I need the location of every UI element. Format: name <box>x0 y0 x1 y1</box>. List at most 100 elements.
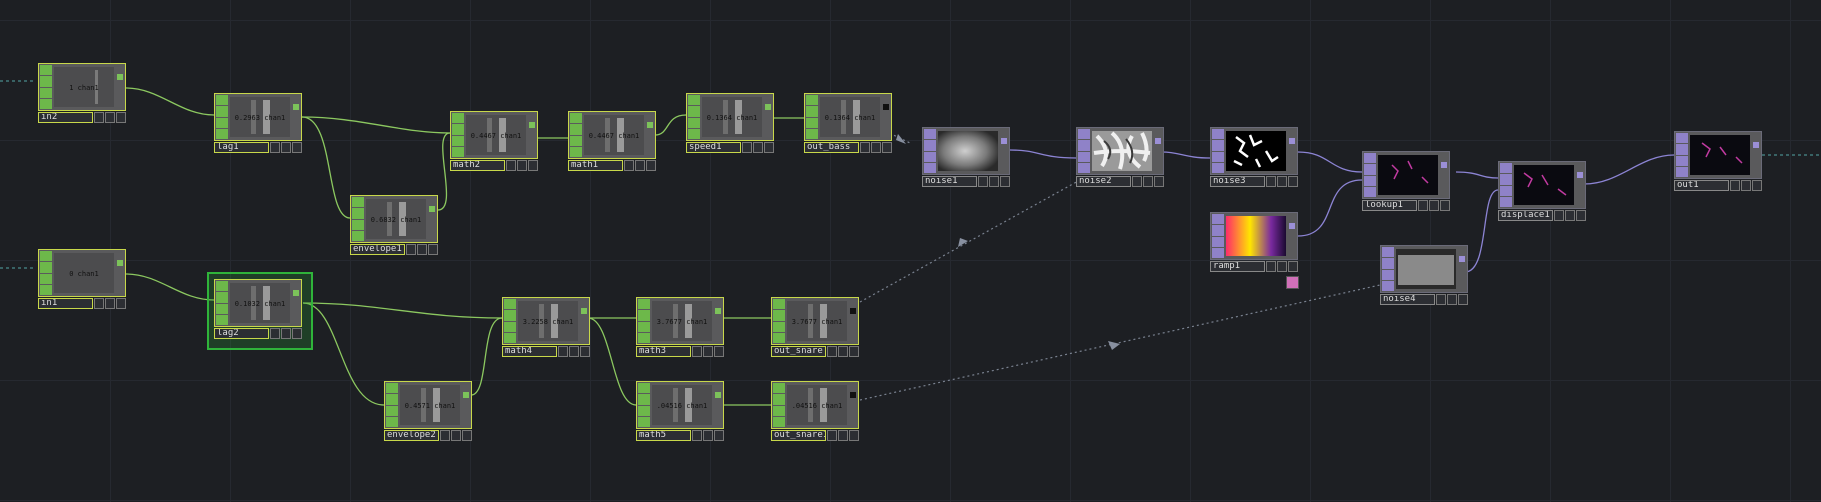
node-label[interactable]: out_bass <box>804 142 859 153</box>
display-flag[interactable] <box>1288 261 1298 272</box>
node-label[interactable]: lag2 <box>214 328 269 339</box>
node-noise3[interactable]: noise3 <box>1210 127 1298 189</box>
node-lag1[interactable]: 0.2963 chan1 lag1 <box>214 93 302 155</box>
node-label[interactable]: out_snare1 <box>771 430 826 441</box>
bypass-flag[interactable] <box>270 142 280 153</box>
display-flag[interactable] <box>292 328 302 339</box>
bypass-flag[interactable] <box>1554 210 1564 221</box>
lock-flag[interactable] <box>753 142 763 153</box>
node-in1[interactable]: 0 chan1 in1 <box>38 249 126 311</box>
lock-flag[interactable] <box>1429 200 1439 211</box>
network-editor-canvas[interactable]: 1 chan1 in2 0.2963 chan1 lag1 0.6832 cha… <box>0 0 1821 502</box>
lock-flag[interactable] <box>1277 261 1287 272</box>
display-flag[interactable] <box>1576 210 1586 221</box>
lock-flag[interactable] <box>871 142 881 153</box>
bypass-flag[interactable] <box>978 176 988 187</box>
display-flag[interactable] <box>849 430 859 441</box>
lock-flag[interactable] <box>1565 210 1575 221</box>
bypass-flag[interactable] <box>860 142 870 153</box>
node-label[interactable]: in1 <box>38 298 93 309</box>
node-out-snare[interactable]: 3.7677 chan1 out_snare <box>771 297 859 359</box>
lock-flag[interactable] <box>1447 294 1457 305</box>
lock-flag[interactable] <box>451 430 461 441</box>
bypass-flag[interactable] <box>506 160 516 171</box>
node-in2[interactable]: 1 chan1 in2 <box>38 63 126 125</box>
node-label[interactable]: in2 <box>38 112 93 123</box>
bypass-flag[interactable] <box>1418 200 1428 211</box>
node-math1[interactable]: 0.4467 chan1 math1 <box>568 111 656 173</box>
node-label[interactable]: lag1 <box>214 142 269 153</box>
lock-flag[interactable] <box>1143 176 1153 187</box>
display-flag[interactable] <box>292 142 302 153</box>
display-flag[interactable] <box>1000 176 1010 187</box>
lock-flag[interactable] <box>838 346 848 357</box>
display-flag[interactable] <box>528 160 538 171</box>
lock-flag[interactable] <box>417 244 427 255</box>
display-flag[interactable] <box>714 430 724 441</box>
node-label[interactable]: math3 <box>636 346 691 357</box>
node-out1[interactable]: out1 <box>1674 131 1762 193</box>
node-lag2[interactable]: 0.1032 chan1 lag2 <box>214 279 302 341</box>
node-envelope1[interactable]: 0.6832 chan1 envelope1 <box>350 195 438 257</box>
display-flag[interactable] <box>1752 180 1762 191</box>
display-flag[interactable] <box>116 298 126 309</box>
bypass-flag[interactable] <box>742 142 752 153</box>
lock-flag[interactable] <box>105 298 115 309</box>
node-math3[interactable]: 3.7677 chan1 math3 <box>636 297 724 359</box>
lock-flag[interactable] <box>105 112 115 123</box>
lock-flag[interactable] <box>838 430 848 441</box>
node-label[interactable]: math1 <box>568 160 623 171</box>
node-label[interactable]: out1 <box>1674 180 1729 191</box>
bypass-flag[interactable] <box>94 298 104 309</box>
node-label[interactable]: displace1 <box>1498 210 1553 221</box>
bypass-flag[interactable] <box>94 112 104 123</box>
node-label[interactable]: noise1 <box>922 176 977 187</box>
bypass-flag[interactable] <box>827 346 837 357</box>
node-speed1[interactable]: 0.1364 chan1 speed1 <box>686 93 774 155</box>
bypass-flag[interactable] <box>1436 294 1446 305</box>
display-flag[interactable] <box>462 430 472 441</box>
node-lookup1[interactable]: lookup1 <box>1362 151 1450 213</box>
node-out-bass[interactable]: 0.1364 chan1 out_bass <box>804 93 892 155</box>
node-label[interactable]: noise4 <box>1380 294 1435 305</box>
node-displace1[interactable]: displace1 <box>1498 161 1586 223</box>
display-flag[interactable] <box>1458 294 1468 305</box>
node-out-snare1[interactable]: .04516 chan1 out_snare1 <box>771 381 859 443</box>
node-label[interactable]: math5 <box>636 430 691 441</box>
bypass-flag[interactable] <box>692 346 702 357</box>
node-ramp1[interactable]: ramp1 <box>1210 212 1298 274</box>
bypass-flag[interactable] <box>1266 261 1276 272</box>
display-flag[interactable] <box>1440 200 1450 211</box>
node-math2[interactable]: 0.4467 chan1 math2 <box>450 111 538 173</box>
node-noise4[interactable]: noise4 <box>1380 245 1468 307</box>
node-label[interactable]: out_snare <box>771 346 826 357</box>
lock-flag[interactable] <box>281 142 291 153</box>
node-label[interactable]: speed1 <box>686 142 741 153</box>
bypass-flag[interactable] <box>1132 176 1142 187</box>
display-flag[interactable] <box>714 346 724 357</box>
node-label[interactable]: math2 <box>450 160 505 171</box>
lock-flag[interactable] <box>989 176 999 187</box>
display-flag[interactable] <box>764 142 774 153</box>
node-noise2[interactable]: noise2 <box>1076 127 1164 189</box>
display-flag[interactable] <box>1154 176 1164 187</box>
bypass-flag[interactable] <box>827 430 837 441</box>
bypass-flag[interactable] <box>624 160 634 171</box>
lock-flag[interactable] <box>281 328 291 339</box>
bypass-flag[interactable] <box>440 430 450 441</box>
bypass-flag[interactable] <box>692 430 702 441</box>
lock-flag[interactable] <box>635 160 645 171</box>
node-math5[interactable]: .04516 chan1 math5 <box>636 381 724 443</box>
display-flag[interactable] <box>849 346 859 357</box>
node-label[interactable]: noise3 <box>1210 176 1265 187</box>
node-label[interactable]: envelope1 <box>350 244 405 255</box>
bypass-flag[interactable] <box>1266 176 1276 187</box>
bypass-flag[interactable] <box>406 244 416 255</box>
display-flag[interactable] <box>580 346 590 357</box>
display-flag[interactable] <box>1288 176 1298 187</box>
display-flag[interactable] <box>116 112 126 123</box>
node-label[interactable]: ramp1 <box>1210 261 1265 272</box>
node-noise1[interactable]: noise1 <box>922 127 1010 189</box>
node-label[interactable]: lookup1 <box>1362 200 1417 211</box>
node-label[interactable]: math4 <box>502 346 557 357</box>
